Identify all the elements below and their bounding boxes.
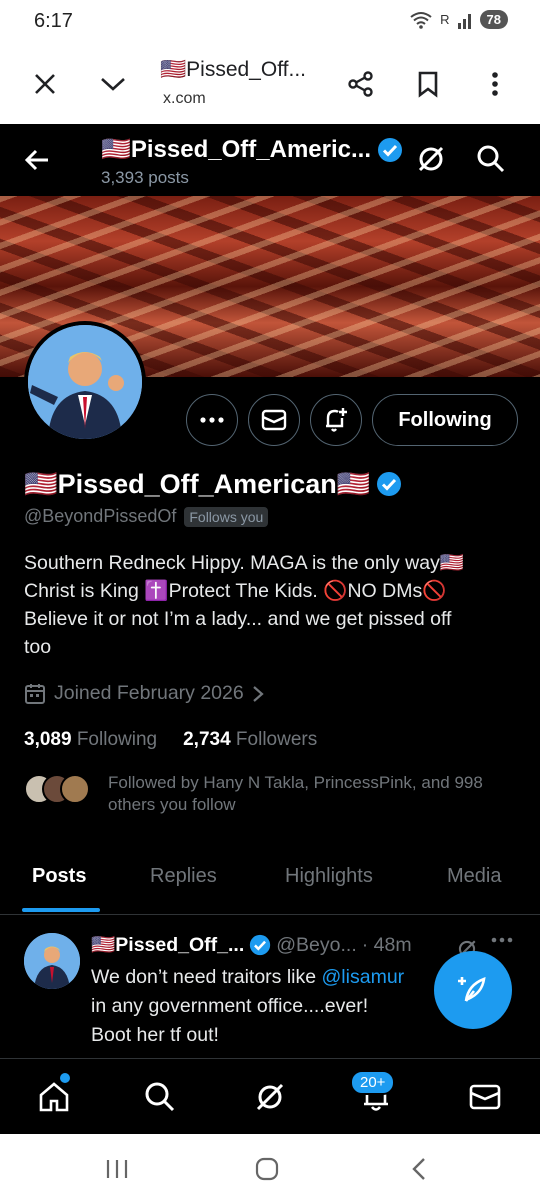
nav-messages[interactable]: [465, 1077, 505, 1117]
followers-label: Followers: [235, 729, 318, 750]
more-horiz-icon[interactable]: [491, 937, 513, 943]
profile-display-name: 🇺🇸Pissed_Off_American🇺🇸: [24, 469, 371, 499]
system-icons: R 78: [410, 10, 508, 29]
nav-grok[interactable]: [250, 1077, 290, 1117]
bio-line: Christ is King ✝️Protect The Kids. 🚫NO D…: [24, 580, 447, 602]
post-text-segment: We don’t need traitors like: [91, 966, 322, 988]
search-icon[interactable]: [474, 142, 508, 176]
status-bar: 6:17 R 78: [0, 0, 540, 44]
system-navigation-bar: [0, 1134, 540, 1200]
verified-badge-icon: [378, 138, 402, 162]
bio-line: Southern Redneck Hippy. MAGA is the only…: [24, 552, 465, 574]
profile-bio: Southern Redneck Hippy. MAGA is the only…: [24, 549, 524, 661]
recent-apps-icon[interactable]: [102, 1154, 132, 1184]
profile-handle: @BeyondPissedOf: [24, 506, 177, 526]
signal-label: R: [440, 12, 450, 27]
follow-stats: 3,089 Following 2,734 Followers: [24, 729, 317, 751]
close-icon[interactable]: [27, 66, 63, 102]
home-button-icon[interactable]: [252, 1154, 282, 1184]
back-icon[interactable]: [404, 1154, 434, 1184]
tab-media[interactable]: Media: [447, 865, 501, 888]
search-icon: [145, 1082, 175, 1112]
follows-you-badge: Follows you: [184, 506, 269, 527]
profile-handle-row: @BeyondPissedOf Follows you: [24, 506, 269, 527]
message-button[interactable]: [248, 394, 300, 446]
post-timestamp: · 48m: [361, 933, 412, 956]
following-count: 3,089: [24, 729, 72, 750]
more-options-button[interactable]: [186, 394, 238, 446]
joined-date: Joined February 2026: [54, 682, 244, 704]
more-vert-icon[interactable]: [477, 66, 513, 102]
status-time: 6:17: [34, 10, 73, 32]
more-horiz-icon: [200, 417, 224, 423]
chevron-right-icon: [252, 685, 264, 702]
following-stat[interactable]: 3,089 Following: [24, 729, 157, 751]
post-author-name[interactable]: 🇺🇸Pissed_Off_...: [91, 933, 244, 957]
grok-icon: [256, 1083, 284, 1111]
verified-badge-icon[interactable]: [376, 471, 402, 497]
signal-icon: [457, 13, 471, 29]
post-author-handle[interactable]: @Beyo...: [276, 934, 357, 957]
header-post-count: 3,393 posts: [101, 168, 189, 187]
bio-line: too: [24, 636, 52, 658]
nav-search[interactable]: [140, 1077, 180, 1117]
post-header: 🇺🇸Pissed_Off_... @Beyo... · 48m: [91, 933, 412, 957]
profile-tabs: Posts Replies Highlights Media: [0, 853, 540, 915]
followed-by-text: Followed by Hany N Takla, PrincessPink, …: [108, 773, 483, 814]
header-display-name: 🇺🇸Pissed_Off_Americ...: [101, 136, 371, 163]
nav-home[interactable]: [34, 1077, 74, 1117]
browser-toolbar: 🇺🇸Pissed_Off... x.com: [0, 44, 540, 124]
post-avatar[interactable]: [24, 933, 80, 989]
calendar-icon: [25, 683, 45, 704]
mail-icon: [261, 409, 287, 431]
bookmark-icon[interactable]: [410, 66, 446, 102]
followers-count: 2,734: [183, 729, 231, 750]
notifications-badge: 20+: [350, 1070, 396, 1095]
tab-highlights[interactable]: Highlights: [285, 865, 373, 888]
profile-avatar[interactable]: [24, 321, 146, 443]
back-arrow-icon[interactable]: [20, 142, 56, 178]
bell-plus-icon: [326, 408, 347, 432]
post-mention-link[interactable]: @lisamur: [322, 966, 405, 988]
following-label: Following: [76, 729, 158, 750]
browser-page-title: 🇺🇸Pissed_Off...: [160, 58, 306, 81]
tab-posts[interactable]: Posts: [32, 865, 86, 888]
browser-url[interactable]: x.com: [163, 90, 206, 108]
following-button[interactable]: Following: [372, 394, 518, 446]
home-unread-dot: [60, 1073, 70, 1083]
share-icon[interactable]: [343, 66, 379, 102]
profile-name-row: 🇺🇸Pissed_Off_American🇺🇸: [24, 468, 402, 500]
home-icon: [39, 1082, 69, 1112]
active-tab-indicator: [22, 908, 100, 912]
feather-plus-icon: [458, 977, 486, 1002]
followers-stat[interactable]: 2,734 Followers: [183, 729, 317, 751]
tab-replies[interactable]: Replies: [150, 865, 217, 888]
chevron-down-icon[interactable]: [95, 66, 131, 102]
profile-header: 🇺🇸Pissed_Off_Americ... 3,393 posts: [0, 124, 540, 196]
battery-indicator: 78: [479, 10, 508, 29]
mutual-avatars: [24, 774, 94, 804]
wifi-icon: [410, 11, 432, 29]
notifications-subscribe-button[interactable]: [310, 394, 362, 446]
mail-icon: [469, 1084, 501, 1110]
grok-icon[interactable]: [414, 142, 448, 176]
compose-post-button[interactable]: [434, 951, 512, 1029]
joined-date-row[interactable]: Joined February 2026: [24, 682, 264, 705]
bio-line: Believe it or not I’m a lady... and we g…: [24, 608, 452, 630]
avatar: [60, 774, 90, 804]
verified-badge-icon: [250, 934, 271, 956]
bottom-navigation: 20+: [0, 1058, 540, 1134]
